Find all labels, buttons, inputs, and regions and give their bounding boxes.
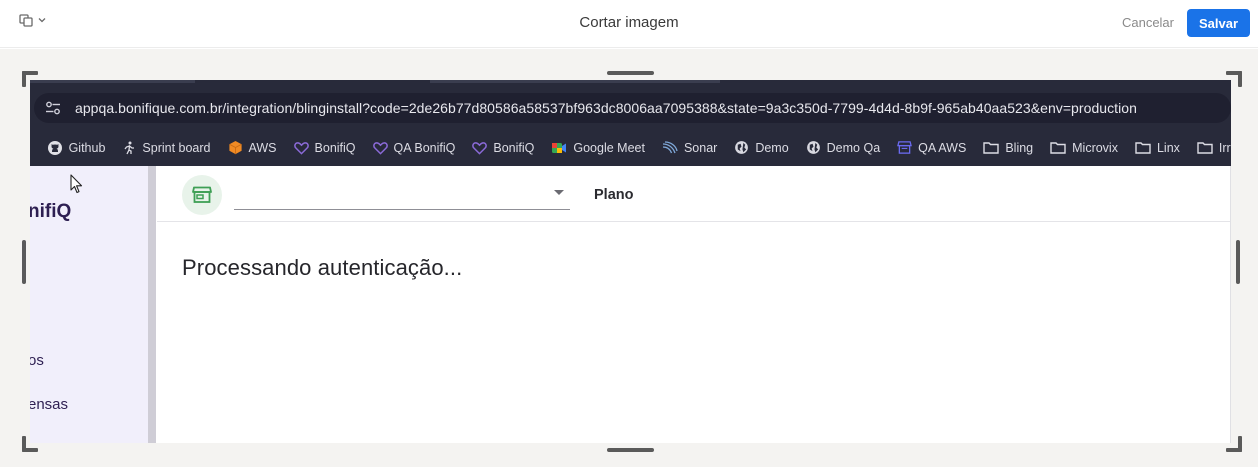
page-header: Plano xyxy=(157,166,1231,222)
folder-icon xyxy=(1050,142,1066,154)
bookmark-label: AWS xyxy=(248,140,277,155)
bookmark-label: Sonar xyxy=(683,140,718,155)
browser-tab xyxy=(30,80,195,83)
save-button[interactable]: Salvar xyxy=(1187,9,1250,37)
bookmark-sprint-board[interactable]: Sprint board xyxy=(122,140,211,155)
bookmark-qa-aws[interactable]: QA AWS xyxy=(897,140,966,155)
bookmark-google-meet[interactable]: Google Meet xyxy=(551,141,645,155)
app-sidebar: nifiQ os ensas xyxy=(30,166,148,443)
bookmark-label: BonifiQ xyxy=(493,140,535,155)
crop-handle-bottom[interactable] xyxy=(607,448,654,452)
bookmark-folder-linx[interactable]: Linx xyxy=(1135,141,1180,155)
dropdown-arrow-icon xyxy=(554,190,564,195)
runner-icon xyxy=(124,141,135,154)
bookmark-label: Microvix xyxy=(1072,140,1118,155)
bookmark-label: Linx xyxy=(1156,140,1180,155)
bookmark-sonar[interactable]: Sonar xyxy=(662,141,717,155)
bookmark-label: QA AWS xyxy=(918,140,967,155)
crop-handle-bottom-right[interactable] xyxy=(1226,436,1242,452)
mouse-cursor-icon xyxy=(70,174,83,194)
url-text: appqa.bonifique.com.br/integration/bling… xyxy=(75,100,1137,116)
crop-handle-top-left[interactable] xyxy=(22,71,38,87)
browser-tab xyxy=(430,80,720,83)
bookmark-label: BonifiQ xyxy=(314,140,356,155)
bookmark-demo[interactable]: Demo xyxy=(734,140,789,155)
plan-label[interactable]: Plano xyxy=(594,187,633,203)
bookmarks-bar: il Github Sprint board AWS BonifiQ QA Bo… xyxy=(30,129,1231,166)
dialog-title: Cortar imagem xyxy=(579,14,679,31)
bookmark-label: Demo xyxy=(755,140,789,155)
bookmark-label: Demo Qa xyxy=(826,140,881,155)
bookmark-qa-bonifiq[interactable]: QA BonifiQ xyxy=(372,140,456,155)
globe-icon xyxy=(735,141,749,154)
heart-icon xyxy=(472,141,488,155)
folder-icon xyxy=(1135,142,1151,154)
bookmark-bonifiq[interactable]: BonifiQ xyxy=(293,140,356,155)
crop-handle-right[interactable] xyxy=(1236,240,1240,284)
crop-handle-top[interactable] xyxy=(607,71,654,75)
bookmark-demo-qa[interactable]: Demo Qa xyxy=(806,140,881,155)
app-logo: nifiQ xyxy=(30,201,72,222)
folder-icon xyxy=(983,142,1000,154)
bookmark-bonifiq-2[interactable]: BonifiQ xyxy=(472,141,534,155)
globe-icon xyxy=(806,141,820,154)
bookmark-folder-microvix[interactable]: Microvix xyxy=(1050,141,1118,155)
store-badge[interactable] xyxy=(182,175,222,215)
browser-address-bar: appqa.bonifique.com.br/integration/bling… xyxy=(30,80,1231,129)
page-right-border xyxy=(1230,166,1231,443)
bookmark-folder-bling[interactable]: Bling xyxy=(983,141,1033,155)
sidebar-scrollbar[interactable] xyxy=(148,166,156,443)
aws-cube-icon xyxy=(228,140,242,155)
crop-dialog-toolbar: Cortar imagem Cancelar Salvar xyxy=(0,0,1258,48)
bookmark-label: Irro xyxy=(1218,140,1231,155)
bookmark-label: Sprint board xyxy=(142,140,211,155)
sonar-icon xyxy=(662,140,678,153)
web-page: nifiQ os ensas Plano Processando autenti… xyxy=(30,166,1231,443)
url-field[interactable]: appqa.bonifique.com.br/integration/bling… xyxy=(34,93,1231,123)
store-select[interactable] xyxy=(234,180,570,210)
heart-icon xyxy=(372,141,388,155)
google-meet-icon xyxy=(552,142,567,153)
site-settings-icon[interactable] xyxy=(44,99,62,117)
github-icon xyxy=(47,140,62,155)
crop-handle-bottom-left[interactable] xyxy=(22,436,38,452)
cropped-screenshot[interactable]: appqa.bonifique.com.br/integration/bling… xyxy=(30,80,1231,443)
bookmark-aws[interactable]: AWS xyxy=(228,140,277,155)
bookmark-folder-irro[interactable]: Irro xyxy=(1197,141,1231,155)
bookmark-label: Bling xyxy=(1005,140,1034,155)
store-icon xyxy=(897,141,913,154)
sidebar-item[interactable]: os xyxy=(30,352,44,369)
heart-icon xyxy=(293,141,309,155)
bookmark-label: QA BonifiQ xyxy=(393,140,456,155)
bookmark-label: Github xyxy=(68,140,106,155)
storefront-icon xyxy=(192,186,212,203)
folder-icon xyxy=(1197,142,1213,154)
processing-message: Processando autenticação... xyxy=(182,255,463,280)
cancel-button[interactable]: Cancelar xyxy=(1122,15,1174,30)
crop-handle-top-right[interactable] xyxy=(1226,71,1242,87)
bookmark-github[interactable]: Github xyxy=(47,140,106,156)
main-content: Plano Processando autenticação... xyxy=(157,166,1231,443)
bookmark-label: Google Meet xyxy=(573,140,645,155)
crop-handle-left[interactable] xyxy=(22,240,26,284)
sidebar-item[interactable]: ensas xyxy=(30,396,68,413)
